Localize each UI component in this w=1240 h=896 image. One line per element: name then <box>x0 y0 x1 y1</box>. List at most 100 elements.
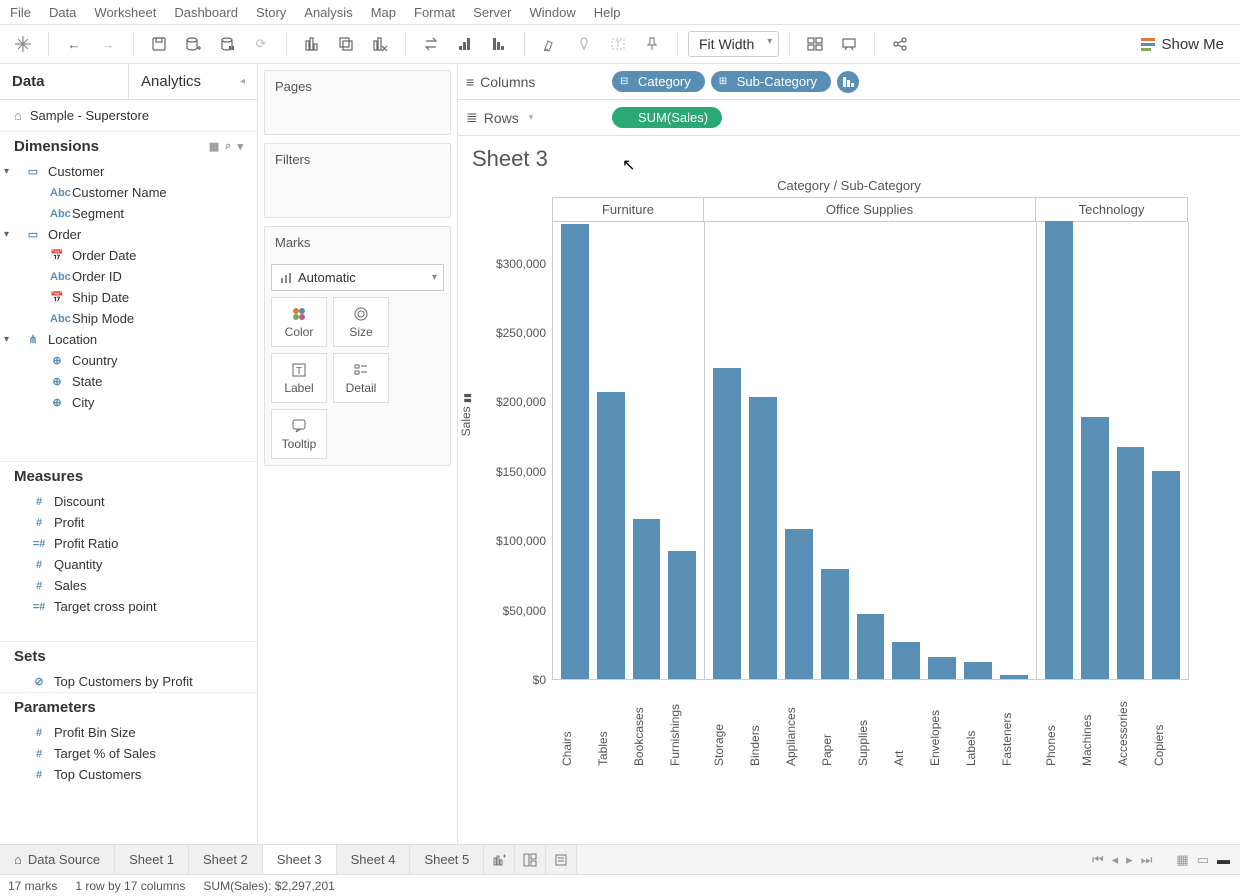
bar[interactable] <box>1152 471 1180 679</box>
pin-icon[interactable] <box>637 29 667 59</box>
x-label[interactable]: Furnishings <box>668 680 696 770</box>
param-profit-bin[interactable]: #Profit Bin Size <box>0 722 257 743</box>
filters-card[interactable]: Filters <box>264 143 451 218</box>
rows-shelf[interactable]: ≣Rows SUM(Sales) <box>458 100 1240 136</box>
mark-color[interactable]: Color <box>271 297 327 347</box>
set-top-customers[interactable]: ⊘Top Customers by Profit <box>0 671 257 692</box>
fit-dropdown[interactable]: Fit Width <box>688 31 779 57</box>
x-label[interactable]: Appliances <box>784 680 812 770</box>
nav-prev-icon[interactable]: ◂ <box>1112 852 1119 868</box>
x-label[interactable]: Envelopes <box>928 680 956 770</box>
view-tabs-icon[interactable]: ▦ <box>1176 852 1188 868</box>
x-label[interactable]: Phones <box>1044 680 1072 770</box>
presentation-icon[interactable] <box>834 29 864 59</box>
param-top-customers[interactable]: #Top Customers <box>0 764 257 785</box>
clear-icon[interactable] <box>365 29 395 59</box>
menu-analysis[interactable]: Analysis <box>304 5 352 20</box>
menu-format[interactable]: Format <box>414 5 455 20</box>
menu-map[interactable]: Map <box>371 5 396 20</box>
dim-location-hier[interactable]: ▾⋔Location <box>0 329 257 350</box>
mea-profit[interactable]: #Profit <box>0 512 257 533</box>
menu-data[interactable]: Data <box>49 5 76 20</box>
tab-sheet5[interactable]: Sheet 5 <box>410 845 484 874</box>
bar[interactable] <box>928 657 956 679</box>
x-label[interactable]: Accessories <box>1116 680 1144 770</box>
dim-order-id[interactable]: AbcOrder ID <box>0 266 257 287</box>
nav-next-icon[interactable]: ▸ <box>1126 852 1133 868</box>
search-icon[interactable]: ⌕ <box>225 140 231 153</box>
share-icon[interactable] <box>885 29 915 59</box>
bar[interactable] <box>964 662 992 679</box>
new-sheet-button[interactable] <box>484 845 515 874</box>
dim-customer-name[interactable]: AbcCustomer Name <box>0 182 257 203</box>
tab-data-source[interactable]: ⌂Data Source <box>0 845 115 874</box>
view-filmstrip-icon[interactable]: ▭ <box>1197 852 1209 868</box>
mark-tooltip[interactable]: Tooltip <box>271 409 327 459</box>
menu-story[interactable]: Story <box>256 5 286 20</box>
datasource-row[interactable]: ⌂ Sample - Superstore <box>0 100 257 131</box>
dim-state[interactable]: ⊕State <box>0 371 257 392</box>
param-target-pct[interactable]: #Target % of Sales <box>0 743 257 764</box>
new-worksheet-icon[interactable] <box>297 29 327 59</box>
view-icon[interactable]: ▦ <box>209 140 219 153</box>
sheet-title[interactable]: Sheet 3 <box>472 146 1226 172</box>
bar[interactable] <box>1117 447 1145 679</box>
show-me-button[interactable]: Show Me <box>1133 32 1232 57</box>
category-header[interactable]: Furniture <box>552 197 704 222</box>
bar[interactable] <box>1000 675 1028 679</box>
bar[interactable] <box>785 529 813 679</box>
bar[interactable] <box>892 642 920 679</box>
sort-indicator-icon[interactable] <box>837 71 859 93</box>
pause-updates-icon[interactable] <box>212 29 242 59</box>
mea-quantity[interactable]: #Quantity <box>0 554 257 575</box>
swap-icon[interactable] <box>416 29 446 59</box>
columns-shelf[interactable]: ≡Columns ⊟Category ⊞Sub-Category <box>458 64 1240 100</box>
view-slides-icon[interactable]: ▬ <box>1217 852 1230 867</box>
pill-category[interactable]: ⊟Category <box>612 71 705 92</box>
logo-icon[interactable] <box>8 29 38 59</box>
show-cards-icon[interactable] <box>800 29 830 59</box>
bar[interactable] <box>597 392 625 679</box>
highlight-icon[interactable] <box>535 29 565 59</box>
mea-sales[interactable]: #Sales <box>0 575 257 596</box>
pages-card[interactable]: Pages <box>264 70 451 135</box>
menu-file[interactable]: File <box>10 5 31 20</box>
x-label[interactable]: Supplies <box>856 680 884 770</box>
bar[interactable] <box>749 397 777 679</box>
save-icon[interactable] <box>144 29 174 59</box>
dim-city[interactable]: ⊕City <box>0 392 257 413</box>
mark-detail[interactable]: Detail <box>333 353 389 403</box>
tab-analytics[interactable]: Analytics◂ <box>128 64 257 99</box>
tab-sheet3[interactable]: Sheet 3 <box>263 845 337 874</box>
new-story-button[interactable] <box>546 845 577 874</box>
nav-first-icon[interactable]: ⏮ <box>1092 852 1104 868</box>
x-label[interactable]: Storage <box>712 680 740 770</box>
x-label[interactable]: Machines <box>1080 680 1108 770</box>
mark-type-dropdown[interactable]: Automatic <box>271 264 444 291</box>
tab-data[interactable]: Data <box>0 64 128 99</box>
nav-last-icon[interactable]: ⏭ <box>1141 852 1153 868</box>
x-label[interactable]: Labels <box>964 680 992 770</box>
category-header[interactable]: Office Supplies <box>704 197 1036 222</box>
bar[interactable] <box>668 551 696 679</box>
menu-server[interactable]: Server <box>473 5 511 20</box>
bar[interactable] <box>633 519 661 679</box>
new-dashboard-button[interactable] <box>515 845 546 874</box>
sort-asc-icon[interactable] <box>450 29 480 59</box>
dim-ship-date[interactable]: 📅Ship Date <box>0 287 257 308</box>
new-datasource-icon[interactable] <box>178 29 208 59</box>
dim-customer-folder[interactable]: ▾▭Customer <box>0 161 257 182</box>
x-label[interactable]: Binders <box>748 680 776 770</box>
back-icon[interactable]: ← <box>59 29 89 59</box>
tab-sheet4[interactable]: Sheet 4 <box>337 845 411 874</box>
bar[interactable] <box>1081 417 1109 679</box>
bar[interactable] <box>821 569 849 679</box>
group-icon[interactable] <box>569 29 599 59</box>
x-label[interactable]: Chairs <box>560 680 588 770</box>
dim-order-date[interactable]: 📅Order Date <box>0 245 257 266</box>
menu-help[interactable]: Help <box>594 5 621 20</box>
refresh-icon[interactable]: ⟳ <box>246 29 276 59</box>
category-header[interactable]: Technology <box>1036 197 1188 222</box>
dim-ship-mode[interactable]: AbcShip Mode <box>0 308 257 329</box>
bar[interactable] <box>1045 221 1073 679</box>
